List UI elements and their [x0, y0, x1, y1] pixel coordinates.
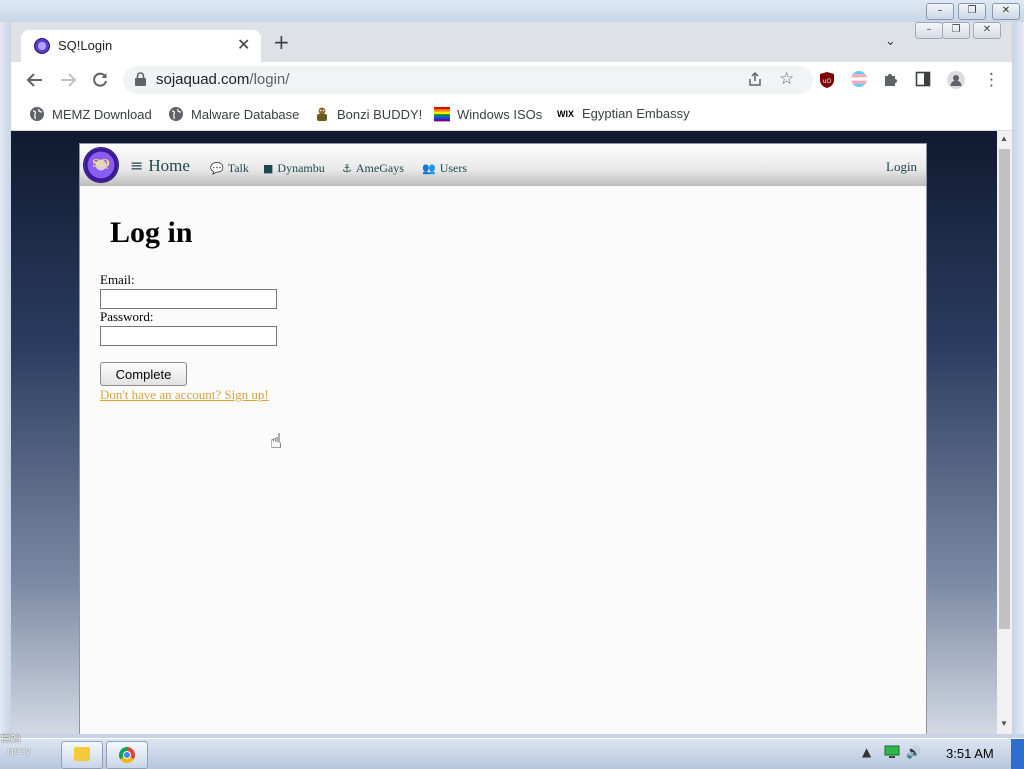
bookmark-label: Malware Database [191, 107, 300, 122]
bookmark-label: Windows ISOs [457, 107, 543, 122]
site-favicon-icon [34, 38, 50, 54]
new-tab-button[interactable]: + [273, 32, 290, 52]
outer-restore-button[interactable]: ❐ [958, 3, 986, 20]
browser-toolbar: sojaquad.com/login/ ☆ uO ⋮ [11, 62, 1012, 98]
extensions-puzzle-icon[interactable] [883, 71, 899, 91]
globe-icon [169, 107, 183, 121]
site-logo[interactable]: SQ [84, 148, 118, 182]
chat-bubble-icon: 💬 [210, 162, 224, 175]
site-navbar: SQ ≡ Home 💬 Talk ■ Dynambu ⚓ AmeGays 👥 Users … [80, 144, 926, 186]
rainbow-flag-icon [434, 107, 450, 122]
forward-arrow-icon[interactable] [59, 71, 77, 93]
browser-minimize-button[interactable]: – [915, 22, 943, 39]
nav-talk[interactable]: 💬 Talk [210, 161, 249, 176]
wix-icon: WIX [557, 109, 574, 119]
nav-login-link[interactable]: Login [886, 159, 917, 175]
taskbar-item-explorer[interactable] [61, 741, 103, 769]
nav-amegays[interactable]: ⚓ AmeGays [342, 161, 404, 176]
page-scrollbar[interactable]: ▲ ▼ [997, 131, 1012, 734]
email-field[interactable] [100, 289, 277, 309]
share-icon[interactable] [747, 71, 763, 91]
folder-icon [74, 747, 90, 761]
email-label: Email: [100, 272, 135, 287]
globe-icon [30, 107, 44, 121]
browser-window: SQ!Login ✕ + ⌄ – ❐ ✕ sojaquad.com/login/… [11, 22, 1012, 734]
browser-restore-button[interactable]: ❐ [942, 22, 970, 39]
browser-menu-kebab-icon[interactable]: ⋮ [983, 71, 1000, 89]
tab-strip: SQ!Login ✕ + ⌄ – ❐ ✕ [11, 22, 1012, 62]
nav-users-label: Users [439, 161, 468, 175]
logo-text: SQ [92, 157, 110, 170]
scroll-thumb[interactable] [999, 149, 1010, 629]
url-path: /login/ [249, 71, 290, 88]
camera-icon: ■ [263, 162, 274, 175]
desktop-edge-right [1012, 22, 1024, 736]
taskbar-clock[interactable]: 3:51 AM [946, 746, 994, 761]
bonzi-icon [317, 107, 327, 121]
bookmark-label: Egyptian Embassy [582, 106, 690, 121]
hand-cursor-icon: ☝ [270, 429, 283, 453]
browser-close-button[interactable]: ✕ [973, 22, 1001, 39]
tab-title: SQ!Login [58, 38, 113, 53]
nav-users[interactable]: 👥 Users [422, 161, 467, 176]
address-bar[interactable]: sojaquad.com/login/ ☆ [123, 66, 813, 94]
signup-link[interactable]: Don't have an account? Sign up! [100, 387, 269, 403]
bookmark-label: MEMZ Download [52, 107, 152, 122]
tab-search-chevron-icon[interactable]: ⌄ [885, 34, 896, 49]
bookmark-bonzi-buddy[interactable]: Bonzi BUDDY! [314, 106, 422, 122]
bookmark-memz-download[interactable]: MEMZ Download [29, 106, 152, 122]
bookmark-egyptian-embassy[interactable]: WIX Egyptian Embassy [557, 106, 690, 125]
joystick-icon: ⚓ [342, 162, 352, 175]
ublock-extension-icon[interactable]: uO [819, 71, 835, 93]
nav-talk-label: Talk [227, 161, 249, 175]
site-page: SQ ≡ Home 💬 Talk ■ Dynambu ⚓ AmeGays 👥 Users … [79, 143, 927, 734]
lock-icon[interactable] [135, 72, 146, 86]
volume-icon[interactable]: 🔊 [906, 745, 921, 759]
chrome-icon [119, 747, 135, 763]
url-text[interactable]: sojaquad.com/login/ [156, 71, 289, 88]
start-button[interactable]: 開始 ηετy [1, 734, 61, 758]
svg-text:uO: uO [823, 78, 832, 85]
bookmark-malware-database[interactable]: Malware Database [168, 106, 299, 122]
outer-close-button[interactable]: ✕ [992, 3, 1020, 20]
nav-home-label: Home [148, 156, 190, 175]
users-icon: 👥 [422, 162, 436, 175]
desktop-edge-left [0, 22, 11, 736]
side-panel-icon[interactable] [915, 71, 931, 91]
show-desktop-button[interactable] [1011, 739, 1024, 769]
outer-window-titlebar: – ❐ ✕ [0, 0, 1024, 22]
back-arrow-icon[interactable] [26, 71, 44, 93]
complete-button[interactable]: Complete [100, 362, 187, 386]
tray-expand-icon[interactable]: ▲ [862, 745, 871, 759]
password-field[interactable] [100, 326, 277, 346]
scroll-down-arrow-icon[interactable]: ▼ [1000, 719, 1008, 728]
nav-amegays-label: AmeGays [355, 161, 404, 175]
page-viewport: SQ ≡ Home 💬 Talk ■ Dynambu ⚓ AmeGays 👥 Users … [11, 131, 997, 734]
profile-avatar-icon[interactable] [947, 71, 965, 93]
tab-active[interactable]: SQ!Login ✕ [21, 30, 261, 62]
nav-home[interactable]: ≡ Home [130, 156, 190, 176]
bookmark-windows-isos[interactable]: Windows ISOs [434, 106, 542, 122]
page-title: Log in [110, 216, 193, 249]
outer-minimize-button[interactable]: – [926, 3, 954, 20]
bookmark-label: Bonzi BUDDY! [337, 107, 423, 122]
close-tab-icon[interactable]: ✕ [237, 35, 250, 54]
taskbar: 開始 ηετy ▲ 🔊 3:51 AM [0, 734, 1024, 769]
trans-flag-extension-icon[interactable] [851, 71, 867, 91]
bookmarks-bar: MEMZ Download Malware Database Bonzi BUD… [11, 98, 1012, 131]
network-icon[interactable] [884, 745, 900, 762]
scroll-up-arrow-icon[interactable]: ▲ [1000, 134, 1008, 143]
nav-dynambu-label: Dynambu [277, 161, 325, 175]
url-host: sojaquad.com [156, 71, 250, 88]
password-label: Password: [100, 309, 154, 324]
nav-dynambu[interactable]: ■ Dynambu [263, 161, 325, 176]
reload-icon[interactable] [91, 71, 109, 93]
bookmark-star-icon[interactable]: ☆ [779, 70, 794, 88]
taskbar-item-chrome[interactable] [106, 741, 148, 769]
menu-icon: ≡ [130, 156, 144, 175]
